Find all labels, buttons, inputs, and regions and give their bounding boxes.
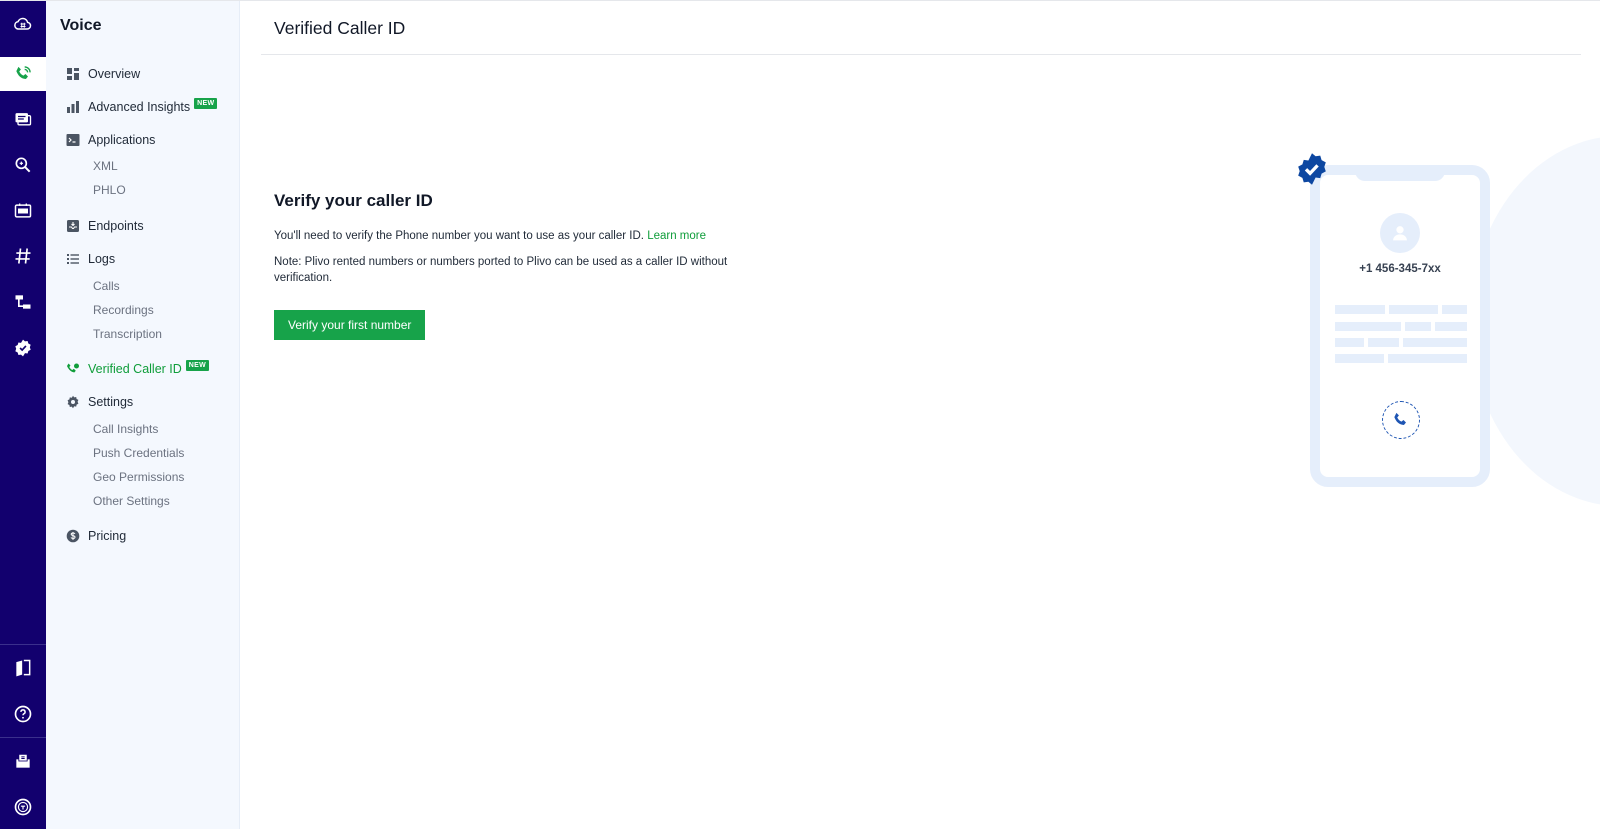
sidebar-item-label: Overview [88, 67, 141, 81]
phone-illustration: +1 456-345-7xx [1310, 165, 1490, 487]
sidebar-item-verified-caller-id[interactable]: Verified Caller ID NEW [66, 359, 210, 376]
sidebar-subitem-transcription[interactable]: Transcription [93, 327, 162, 341]
sidebar-item-settings[interactable]: Settings [66, 395, 133, 409]
sidebar-subitem-call-insights[interactable]: Call Insights [93, 422, 158, 436]
page-title: Verified Caller ID [274, 18, 406, 38]
description-text: You'll need to verify the Phone number y… [274, 230, 644, 242]
placeholder-bar [1442, 305, 1467, 314]
sidebar-item-label: Advanced Insights [88, 100, 191, 114]
caller-id-illustration: +1 456-345-7xx [1270, 131, 1600, 521]
phone-check-icon [66, 362, 80, 376]
page-header: Verified Caller ID [261, 1, 1581, 55]
empty-state-note: Note: Plivo rented numbers or numbers po… [274, 256, 728, 284]
numbers-icon[interactable] [0, 239, 46, 273]
empty-state-description: You'll need to verify the Phone number y… [274, 228, 794, 244]
messaging-icon[interactable] [0, 102, 46, 136]
phlo-icon[interactable] [0, 285, 46, 319]
empty-state: Verify your caller ID You'll need to ver… [274, 191, 794, 340]
sidebar-item-applications[interactable]: Applications [66, 133, 155, 147]
sidebar-subitem-calls[interactable]: Calls [93, 279, 120, 293]
sidebar-item-label: Endpoints [88, 219, 144, 233]
learn-more-link[interactable]: Learn more [647, 230, 706, 242]
dashboard-icon [66, 67, 80, 81]
sidebar-item-label: Verified Caller ID [88, 362, 182, 376]
verify-first-number-button[interactable]: Verify your first number [274, 310, 426, 340]
placeholder-bar [1335, 338, 1364, 347]
terminal-icon [66, 133, 80, 147]
new-badge: NEW [194, 97, 218, 109]
rail-divider [0, 737, 46, 738]
sidebar-subitem-xml[interactable]: XML [93, 159, 118, 173]
sidebar-item-label: Pricing [88, 529, 127, 543]
placeholder-bar [1335, 305, 1385, 314]
docs-icon[interactable] [0, 651, 46, 685]
voice-icon[interactable] [0, 57, 46, 91]
account-icon[interactable] [0, 790, 46, 824]
placeholder-bar [1405, 322, 1431, 331]
verify-icon[interactable] [0, 331, 46, 365]
list-icon [66, 252, 80, 266]
sidebar-item-logs[interactable]: Logs [66, 252, 115, 266]
new-badge: NEW [185, 359, 210, 371]
inbox-icon [66, 219, 80, 233]
avatar-icon [1380, 213, 1420, 253]
sidebar-subitem-recordings[interactable]: Recordings [93, 303, 154, 317]
sidebar-item-pricing[interactable]: Pricing [66, 529, 126, 543]
lookup-icon[interactable] [0, 148, 46, 182]
sidebar-subitem-geo-permissions[interactable]: Geo Permissions [93, 470, 184, 484]
illustration-phone-number: +1 456-345-7xx [1359, 263, 1441, 275]
placeholder-bar [1368, 338, 1399, 347]
sidebar-item-label: Logs [88, 252, 116, 266]
sidebar-item-advanced-insights[interactable]: Advanced Insights NEW [66, 97, 218, 114]
sidebar-item-overview[interactable]: Overview [66, 67, 140, 81]
app-root: Voice Overview Advanced Insights NEW App… [0, 0, 1600, 829]
main-content: Verified Caller ID Verify your caller ID… [240, 1, 1600, 829]
icon-rail [0, 1, 46, 829]
placeholder-bar [1435, 322, 1467, 331]
sidebar-item-label: Applications [88, 133, 156, 147]
cloud-icon[interactable] [0, 7, 46, 41]
sidebar-subitem-phlo[interactable]: PHLO [93, 183, 126, 197]
sidebar-subitem-other-settings[interactable]: Other Settings [93, 494, 170, 508]
sidebar-item-label: Settings [88, 395, 134, 409]
placeholder-bar [1403, 338, 1467, 347]
sip-icon[interactable] [0, 194, 46, 228]
sidebar-title: Voice [60, 17, 102, 34]
placeholder-bar [1389, 305, 1438, 314]
bar-chart-icon [66, 100, 80, 114]
sidebar-item-endpoints[interactable]: Endpoints [66, 219, 144, 233]
dollar-icon [66, 529, 80, 543]
billing-icon[interactable] [0, 744, 46, 778]
placeholder-bar [1335, 322, 1401, 331]
gear-icon [66, 395, 80, 409]
placeholder-bar [1335, 354, 1384, 363]
phone-call-icon [1382, 401, 1420, 439]
placeholder-bar [1388, 354, 1467, 363]
sidebar-subitem-push-credentials[interactable]: Push Credentials [93, 446, 184, 460]
sidebar: Voice Overview Advanced Insights NEW App… [46, 1, 240, 829]
help-icon[interactable] [0, 697, 46, 731]
empty-state-heading: Verify your caller ID [274, 191, 433, 210]
phone-notch [1355, 165, 1445, 181]
rail-divider [0, 644, 46, 645]
verified-badge-icon [1298, 153, 1326, 185]
